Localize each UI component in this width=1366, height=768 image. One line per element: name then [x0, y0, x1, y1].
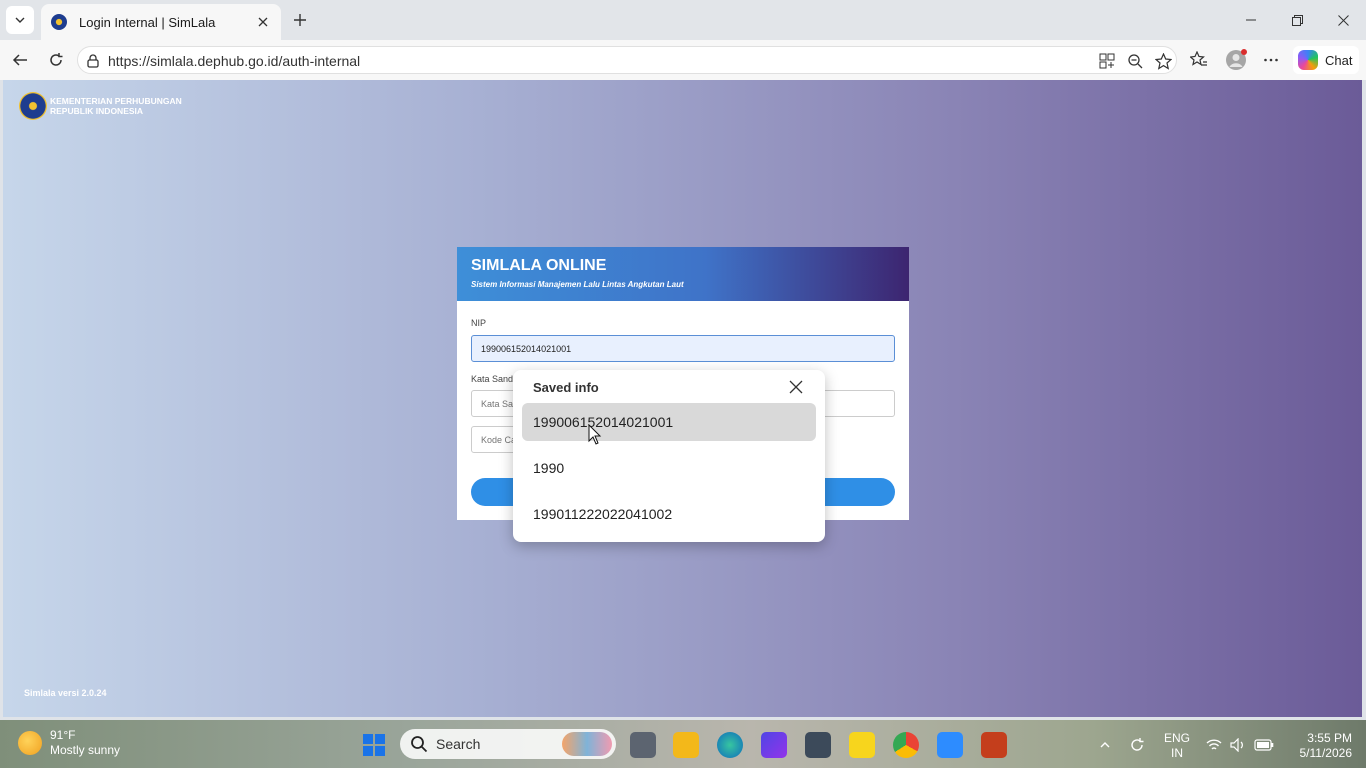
refresh-button[interactable]	[42, 46, 70, 74]
restore-icon	[1291, 14, 1303, 26]
sync-icon[interactable]	[1126, 732, 1148, 758]
close-window-button[interactable]	[1320, 0, 1366, 40]
copilot-icon	[1298, 50, 1318, 70]
profile-avatar-icon[interactable]	[1225, 49, 1247, 71]
copilot-chat-button[interactable]: Chat	[1293, 46, 1359, 74]
tab-title: Login Internal | SimLala	[79, 14, 216, 30]
browser-tab[interactable]: Login Internal | SimLala	[41, 4, 281, 40]
clock[interactable]: 3:55 PM 5/11/2026	[1286, 731, 1353, 761]
refresh-icon	[50, 53, 63, 66]
powerpoint-icon[interactable]	[981, 732, 1007, 758]
login-card-header: SIMLALA ONLINE Sistem Informasi Manajeme…	[457, 247, 909, 301]
chevron-down-icon	[15, 17, 25, 23]
zoom-app-icon[interactable]	[937, 732, 963, 758]
card-subtitle: Sistem Informasi Manajemen Lalu Lintas A…	[471, 280, 684, 289]
language-line-1: ENG	[1163, 731, 1190, 745]
apps-icon[interactable]	[1098, 52, 1116, 70]
zoom-out-icon[interactable]	[1126, 52, 1144, 70]
arrow-left-icon	[12, 54, 27, 66]
windows-logo-icon	[363, 734, 385, 756]
minimize-icon	[1246, 19, 1256, 21]
site-favicon-icon	[51, 14, 67, 30]
weather-temperature: 91°F	[50, 728, 76, 742]
version-text: Simlala versi 2.0.24	[24, 688, 107, 698]
autofill-item[interactable]: 199006152014021001	[522, 403, 816, 441]
autofill-item[interactable]: 1990	[522, 449, 816, 487]
tab-close-icon[interactable]	[255, 14, 271, 30]
start-button[interactable]	[361, 732, 387, 758]
search-highlight-art	[562, 732, 612, 756]
wifi-icon[interactable]	[1203, 732, 1225, 758]
site-info-icon[interactable]	[85, 53, 101, 69]
more-menu-icon[interactable]	[1262, 51, 1280, 69]
new-tab-button[interactable]	[286, 6, 314, 34]
chat-label: Chat	[1325, 52, 1353, 68]
close-icon	[1337, 14, 1349, 26]
ministry-brand: KEMENTERIAN PERHUBUNGAN REPUBLIK INDONES…	[19, 92, 182, 120]
password-label: Kata Sandi	[471, 374, 516, 384]
input-language-indicator[interactable]: ENG IN	[1160, 731, 1194, 761]
app-icon[interactable]	[761, 732, 787, 758]
chrome-icon[interactable]	[893, 732, 919, 758]
sticky-notes-icon[interactable]	[849, 732, 875, 758]
autofill-close-icon[interactable]	[787, 378, 805, 396]
clock-date: 5/11/2026	[1299, 746, 1353, 760]
tab-actions-menu[interactable]	[6, 6, 34, 34]
show-hidden-icons-chevron-icon[interactable]	[1094, 732, 1116, 758]
clock-time: 3:55 PM	[1307, 731, 1352, 745]
nip-label: NIP	[471, 318, 487, 328]
camera-app-icon[interactable]	[805, 732, 831, 758]
edge-browser-icon[interactable]	[717, 732, 743, 758]
ministry-logo-icon	[19, 92, 47, 120]
language-line-2: IN	[1171, 746, 1183, 760]
taskbar-search[interactable]: Search	[400, 729, 616, 759]
autofill-title: Saved info	[533, 380, 599, 395]
address-bar[interactable]: https://simlala.dephub.go.id/auth-intern…	[77, 46, 1177, 74]
favorite-star-icon[interactable]	[1154, 52, 1172, 70]
plus-icon	[294, 14, 306, 26]
restore-button[interactable]	[1274, 0, 1320, 40]
nip-input[interactable]	[471, 335, 895, 362]
autofill-popup: Saved info 199006152014021001 1990 19901…	[513, 370, 825, 542]
card-title: SIMLALA ONLINE	[471, 257, 607, 274]
task-view-icon[interactable]	[630, 732, 656, 758]
brand-line-2: REPUBLIK INDONESIA	[50, 106, 144, 116]
file-explorer-icon[interactable]	[673, 732, 699, 758]
mouse-cursor-icon	[588, 424, 602, 445]
weather-condition: Mostly sunny	[50, 743, 121, 757]
brand-line-1: KEMENTERIAN PERHUBUNGAN	[50, 96, 182, 106]
weather-sun-icon	[18, 731, 42, 755]
autofill-item[interactable]: 199011222022041002	[522, 495, 816, 533]
tab-strip: Login Internal | SimLala	[0, 0, 1366, 40]
weather-widget[interactable]: 91°F Mostly sunny	[18, 728, 120, 758]
minimize-button[interactable]	[1228, 0, 1274, 40]
volume-icon[interactable]	[1227, 732, 1249, 758]
back-button[interactable]	[6, 46, 34, 74]
favorites-icon[interactable]	[1190, 51, 1208, 69]
battery-icon[interactable]	[1252, 732, 1276, 758]
url-text: https://simlala.dephub.go.id/auth-intern…	[108, 53, 361, 69]
search-placeholder: Search	[436, 736, 481, 752]
search-icon	[411, 736, 428, 753]
